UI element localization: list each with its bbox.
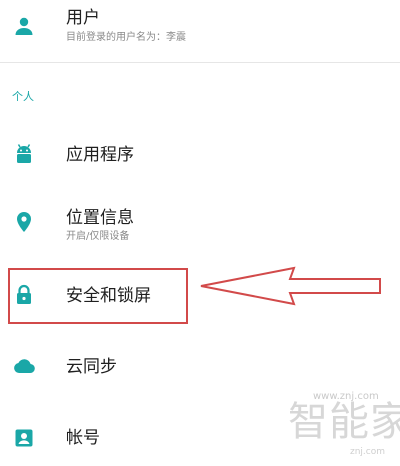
divider [0,62,400,63]
watermark-logo: 智能家 [288,399,400,445]
android-icon [12,142,36,166]
person-icon [12,14,36,38]
annotation-highlight-box [8,268,188,324]
settings-item-label: 应用程序 [66,145,134,165]
settings-item-cloud-sync[interactable]: 云同步 [0,340,400,392]
annotation-arrow-icon [198,262,384,314]
settings-item-label: 帐号 [66,428,100,448]
user-row[interactable]: 用户 目前登录的用户名为：李震 [0,0,400,62]
settings-item-label: 位置信息 [66,208,134,228]
settings-item-apps[interactable]: 应用程序 [0,130,400,180]
settings-item-label: 云同步 [66,357,117,377]
location-pin-icon [12,210,36,234]
user-subtitle: 目前登录的用户名为：李震 [66,32,186,43]
cloud-icon [12,354,36,378]
settings-item-location[interactable]: 位置信息 开启/仅限设备 [0,198,400,254]
section-header-personal: 个人 [12,90,34,103]
account-icon [12,426,36,450]
settings-item-subtitle: 开启/仅限设备 [66,231,130,242]
watermark-url: znj.com [350,447,386,457]
user-title: 用户 [66,8,100,28]
